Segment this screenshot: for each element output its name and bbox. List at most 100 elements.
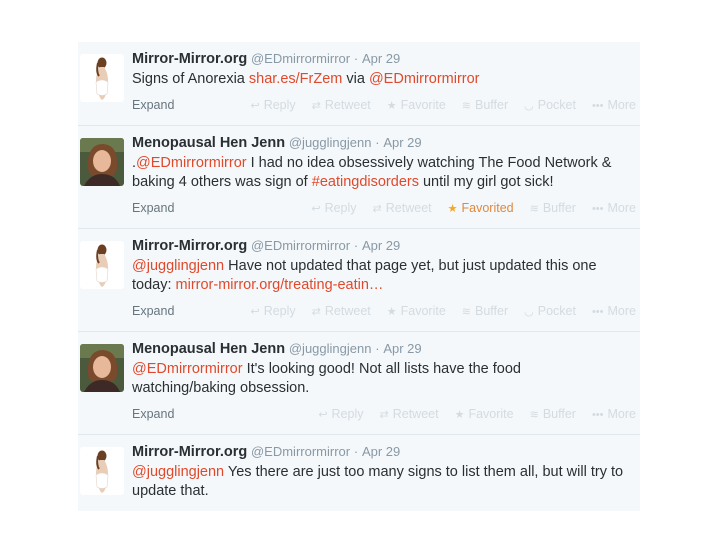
buffer-icon: ≋ [461,306,471,318]
user-name[interactable]: Mirror-Mirror.org [132,238,247,254]
tweet-actions: ↩ Reply ⇄ Retweet ★ Favorite ≋ Buffer ◡ Pocket •••… [250,301,636,322]
tweet-timestamp[interactable]: Apr 29 [383,135,421,150]
action-label: Favorite [400,98,446,112]
tweet-link[interactable]: @EDmirrormirror [136,155,247,171]
screen-name[interactable]: @EDmirrormirror [251,51,350,66]
more-action[interactable]: ••• More [592,301,636,322]
action-label: Reply [324,201,357,215]
tweet-link[interactable]: @jugglingjenn [132,464,224,480]
buffer-action[interactable]: ≋ Buffer [530,198,576,219]
retweet-icon: ⇄ [311,100,321,112]
star-action[interactable]: ★ Favorited [448,198,514,219]
action-label: More [607,407,636,421]
reply-icon: ↩ [318,409,328,421]
retweet-icon: ⇄ [379,409,389,421]
action-label: Retweet [392,407,439,421]
expand-link[interactable]: Expand [132,404,174,424]
avatar[interactable] [80,54,124,102]
star-action[interactable]: ★ Favorite [387,301,446,322]
pocket-action[interactable]: ◡ Pocket [524,95,576,116]
buffer-icon: ≋ [529,203,539,215]
reply-action[interactable]: ↩ Reply [311,198,356,219]
tweet-link[interactable]: #eatingdisorders [312,174,419,190]
tweet-timestamp[interactable]: Apr 29 [362,51,400,66]
tweet-link[interactable]: @EDmirrormirror [132,361,243,377]
tweet-header: Menopausal Hen Jenn @jugglingjenn · Apr … [132,134,640,152]
retweet-action[interactable]: ⇄ Retweet [380,404,439,425]
avatar[interactable] [80,241,124,289]
tweet-item[interactable]: Mirror-Mirror.org @EDmirrormirror · Apr … [78,229,640,332]
star-icon: ★ [386,306,397,318]
screen-name[interactable]: @EDmirrormirror [251,444,350,459]
action-label: Buffer [542,201,576,215]
more-icon: ••• [591,203,604,215]
separator-dot: · [375,341,380,356]
action-label: Pocket [537,98,576,112]
star-action[interactable]: ★ Favorite [455,404,514,425]
avatar[interactable] [80,344,124,392]
tweet-link[interactable]: @jugglingjenn [132,258,224,274]
reply-action[interactable]: ↩ Reply [250,95,295,116]
tweet-timestamp[interactable]: Apr 29 [362,444,400,459]
buffer-action[interactable]: ≋ Buffer [462,95,508,116]
star-icon: ★ [447,203,458,215]
tweet-link[interactable]: @EDmirrormirror [369,71,480,87]
action-label: More [607,98,636,112]
tweet-text-segment: Signs of Anorexia [132,71,249,87]
expand-link[interactable]: Expand [132,301,174,321]
screen-name[interactable]: @EDmirrormirror [251,238,350,253]
tweet-actions: ↩ Reply ⇄ Retweet ★ Favorite ≋ Buffer ◡ Pocket •••… [250,95,636,116]
user-name[interactable]: Mirror-Mirror.org [132,444,247,460]
action-label: Buffer [475,98,509,112]
tweet-item[interactable]: Menopausal Hen Jenn @jugglingjenn · Apr … [78,126,640,229]
retweet-action[interactable]: ⇄ Retweet [373,198,432,219]
tweet-link[interactable]: shar.es/FrZem [249,71,342,87]
retweet-action[interactable]: ⇄ Retweet [312,95,371,116]
more-action[interactable]: ••• More [592,404,636,425]
action-label: Favorite [468,407,514,421]
separator-dot: · [353,444,359,459]
star-action[interactable]: ★ Favorite [387,95,446,116]
buffer-action[interactable]: ≋ Buffer [462,301,508,322]
action-label: Pocket [537,304,576,318]
expand-link[interactable]: Expand [132,95,174,115]
retweet-action[interactable]: ⇄ Retweet [312,301,371,322]
avatar[interactable] [80,138,124,186]
more-icon: ••• [591,100,604,112]
reply-action[interactable]: ↩ Reply [250,301,295,322]
tweet-text: Signs of Anorexia shar.es/FrZem via @EDm… [132,70,628,89]
buffer-action[interactable]: ≋ Buffer [530,404,576,425]
tweet-text-segment: via [342,71,369,87]
tweet-footer: Expand ↩ Reply ⇄ Retweet ★ Favorite ≋ Buffer ◡ Poc… [132,95,640,115]
more-icon: ••• [591,409,604,421]
tweet-link[interactable]: mirror-mirror.org/treating-eatin… [176,277,384,293]
tweet-text: .@EDmirrormirror I had no idea obsessive… [132,154,628,192]
separator-dot: · [375,135,380,150]
screen-name[interactable]: @jugglingjenn [289,341,372,356]
tweet-item[interactable]: Menopausal Hen Jenn @jugglingjenn · Apr … [78,332,640,435]
avatar[interactable] [80,447,124,495]
reply-action[interactable]: ↩ Reply [318,404,363,425]
tweet-text: @EDmirrormirror It's looking good! Not a… [132,360,628,398]
action-label: Reply [263,304,296,318]
pocket-action[interactable]: ◡ Pocket [524,301,576,322]
more-action[interactable]: ••• More [592,198,636,219]
tweet-timestamp[interactable]: Apr 29 [383,341,421,356]
tweet-timestamp[interactable]: Apr 29 [362,238,400,253]
expand-link[interactable]: Expand [132,198,174,218]
tweet-footer: Expand ↩ Reply ⇄ Retweet ★ Favorited ≋ Buffer •••… [132,198,640,218]
tweet-item[interactable]: Mirror-Mirror.org @EDmirrormirror · Apr … [78,435,640,511]
action-label: Buffer [475,304,509,318]
tweet-timeline: Mirror-Mirror.org @EDmirrormirror · Apr … [78,42,640,511]
tweet-actions: ↩ Reply ⇄ Retweet ★ Favorite ≋ Buffer ••• More [318,404,636,425]
user-name[interactable]: Menopausal Hen Jenn [132,341,285,357]
user-name[interactable]: Menopausal Hen Jenn [132,135,285,151]
action-label: Retweet [324,98,371,112]
action-label: Retweet [324,304,371,318]
tweet-header: Menopausal Hen Jenn @jugglingjenn · Apr … [132,340,640,358]
star-icon: ★ [386,100,397,112]
screen-name[interactable]: @jugglingjenn [289,135,372,150]
user-name[interactable]: Mirror-Mirror.org [132,51,247,67]
tweet-item[interactable]: Mirror-Mirror.org @EDmirrormirror · Apr … [78,42,640,126]
more-action[interactable]: ••• More [592,95,636,116]
